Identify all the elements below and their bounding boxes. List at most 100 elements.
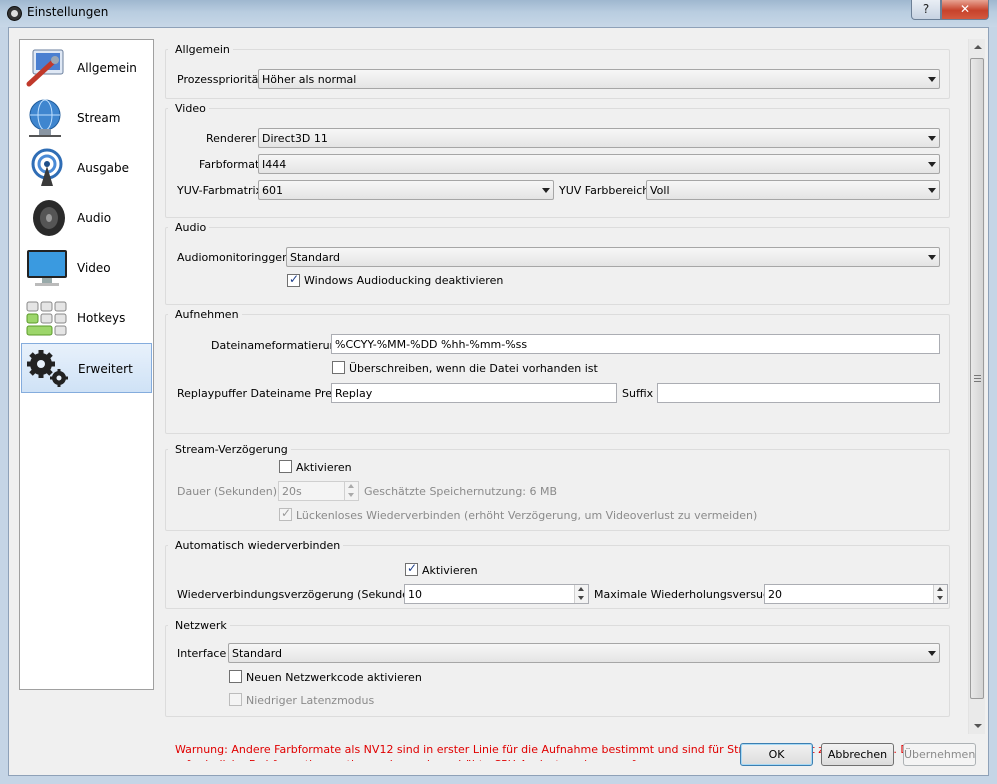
help-button[interactable]: ?	[911, 0, 941, 20]
content-scrollbar[interactable]	[968, 39, 985, 734]
close-button[interactable]: ✕	[941, 0, 989, 20]
suffix-input[interactable]	[657, 383, 940, 403]
duration-spinbox[interactable]: 20s	[278, 481, 359, 501]
reconnect-delay-spinbox[interactable]: 10	[404, 584, 589, 604]
group-stream-delay: Stream-Verzögerung Aktivieren Dauer (Sek…	[165, 443, 950, 531]
output-antenna-icon	[31, 148, 63, 186]
sidebar-item-hotkeys[interactable]: Hotkeys	[21, 293, 152, 343]
stream-globe-icon	[29, 99, 61, 137]
sidebar-item-stream[interactable]: Stream	[21, 93, 152, 143]
group-audio: Audio Audiomonitoringgerät Standard Wind…	[165, 221, 950, 305]
process-priority-label: Prozesspriorität	[177, 73, 263, 86]
select-value: I444	[262, 158, 287, 171]
group-network: Netzwerk Interface Standard Neuen Netzwe…	[165, 619, 950, 717]
audio-ducking-label: Windows Audioducking deaktivieren	[304, 274, 504, 287]
select-value: 601	[262, 184, 283, 197]
dialog-client: Allgemein Stream Ausgabe Audio Video Hot…	[8, 27, 989, 776]
select-value: Höher als normal	[262, 73, 357, 86]
monitor-icon	[27, 250, 67, 286]
chevron-down-icon	[928, 162, 936, 167]
chevron-down-icon	[928, 651, 936, 656]
obs-app-icon	[7, 6, 22, 21]
sidebar-item-audio[interactable]: Audio	[21, 193, 152, 243]
yuv-matrix-select[interactable]: 601	[258, 180, 554, 200]
group-title: Video	[168, 102, 209, 115]
chevron-down-icon	[928, 255, 936, 260]
max-retries-label: Maximale Wiederholungsversuche	[594, 588, 783, 601]
group-title: Netzwerk	[168, 619, 230, 632]
chevron-down-icon	[928, 188, 936, 193]
interface-label: Interface	[177, 647, 227, 660]
spin-down-icon	[578, 596, 584, 600]
renderer-label: Renderer	[206, 132, 257, 145]
stream-delay-enable-label: Aktivieren	[296, 461, 352, 474]
group-general: Allgemein Prozesspriorität Höher als nor…	[165, 43, 950, 99]
max-retries-spinbox[interactable]: 20	[764, 584, 948, 604]
spin-buttons	[574, 585, 588, 603]
group-title: Stream-Verzögerung	[168, 443, 291, 456]
renderer-select[interactable]: Direct3D 11	[258, 128, 940, 148]
memory-usage-label: Geschätzte Speichernutzung: 6 MB	[364, 485, 558, 498]
input-value: Replay	[335, 387, 373, 400]
group-title: Audio	[168, 221, 210, 234]
filename-format-input[interactable]: %CCYY-%MM-%DD %hh-%mm-%ss	[331, 334, 940, 354]
sidebar-item-output[interactable]: Ausgabe	[21, 143, 152, 193]
sidebar-item-general[interactable]: Allgemein	[21, 43, 152, 93]
grip-icon	[974, 375, 981, 382]
scroll-up-icon[interactable]	[974, 45, 982, 49]
yuv-range-select[interactable]: Voll	[646, 180, 940, 200]
sidebar-item-label: Ausgabe	[77, 161, 130, 175]
cancel-button[interactable]: Abbrechen	[821, 743, 894, 766]
stream-delay-enable-checkbox[interactable]	[279, 460, 292, 473]
low-latency-checkbox[interactable]	[229, 693, 242, 706]
sidebar-item-label: Hotkeys	[77, 311, 126, 325]
scrollbar-thumb[interactable]	[970, 58, 984, 699]
sidebar-item-label: Stream	[77, 111, 121, 125]
color-format-select[interactable]: I444	[258, 154, 940, 174]
auto-reconnect-enable-checkbox[interactable]	[405, 561, 418, 576]
low-latency-label: Niedriger Latenzmodus	[246, 694, 375, 707]
monitoring-device-select[interactable]: Standard	[286, 247, 940, 267]
replay-prefix-input[interactable]: Replay	[331, 383, 617, 403]
chevron-down-icon	[928, 77, 936, 82]
spin-up-icon	[348, 484, 354, 488]
group-video: Video Renderer Direct3D 11 Farbformat I4…	[165, 102, 950, 218]
yuv-range-label: YUV Farbbereich	[559, 184, 650, 197]
apply-button[interactable]: Übernehmen	[903, 743, 976, 766]
seamless-reconnect-label: Lückenloses Wiederverbinden (erhöht Verz…	[296, 509, 758, 522]
sidebar-item-video[interactable]: Video	[21, 243, 152, 293]
group-recording: Aufnehmen Dateinameformatierung %CCYY-%M…	[165, 308, 950, 434]
process-priority-select[interactable]: Höher als normal	[258, 69, 940, 89]
sidebar-item-label: Audio	[77, 211, 112, 225]
title-bar: Einstellungen ? ✕	[0, 0, 997, 27]
new-network-code-label: Neuen Netzwerkcode aktivieren	[246, 671, 422, 684]
replay-prefix-label: Replaypuffer Dateiname Prefix	[177, 387, 346, 400]
input-value: 20	[768, 588, 782, 601]
new-network-code-checkbox[interactable]	[229, 670, 242, 683]
window-frame: Allgemein Stream Ausgabe Audio Video Hot…	[0, 27, 997, 784]
ok-button[interactable]: OK	[740, 743, 813, 766]
input-value: 10	[408, 588, 422, 601]
settings-sidebar: Allgemein Stream Ausgabe Audio Video Hot…	[19, 39, 154, 690]
overwrite-checkbox[interactable]	[332, 361, 345, 374]
scroll-down-icon[interactable]	[974, 724, 982, 728]
auto-reconnect-enable-label: Aktivieren	[422, 564, 478, 577]
audio-ducking-checkbox[interactable]	[287, 272, 300, 287]
spin-buttons	[344, 482, 358, 500]
group-auto-reconnect: Automatisch wiederverbinden Aktivieren W…	[165, 539, 950, 609]
spin-down-icon	[348, 493, 354, 497]
gears-icon	[27, 350, 68, 387]
speaker-icon	[33, 200, 65, 236]
seamless-reconnect-checkbox[interactable]	[279, 506, 292, 521]
suffix-label: Suffix	[622, 387, 654, 400]
network-interface-select[interactable]: Standard	[228, 643, 940, 663]
sidebar-item-advanced[interactable]: Erweitert	[21, 343, 152, 393]
input-value: 20s	[282, 485, 302, 498]
sidebar-item-label: Allgemein	[77, 61, 137, 75]
select-value: Standard	[290, 251, 341, 264]
sidebar-item-label: Erweitert	[78, 362, 133, 376]
spin-up-icon	[937, 587, 943, 591]
color-format-label: Farbformat	[199, 158, 260, 171]
filename-format-label: Dateinameformatierung	[211, 339, 344, 352]
chevron-down-icon	[542, 188, 550, 193]
